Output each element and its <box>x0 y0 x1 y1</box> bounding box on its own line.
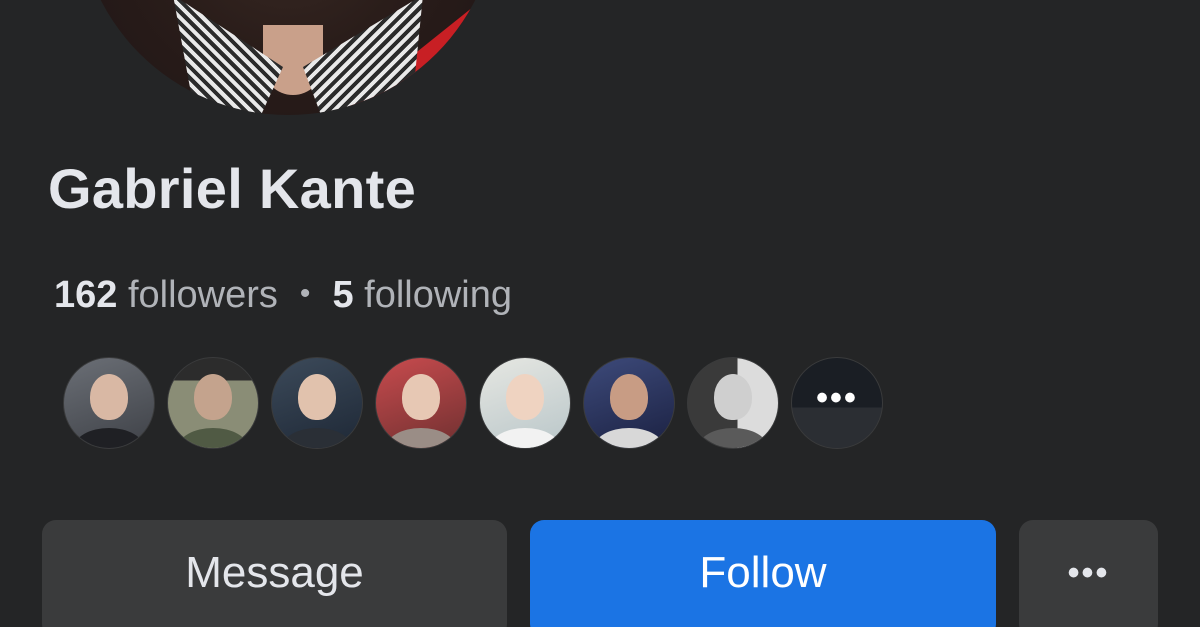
followers-link[interactable]: 162 followers <box>54 274 278 316</box>
profile-stats: 162 followers • 5 following <box>54 274 512 317</box>
follower-avatar[interactable] <box>583 357 675 449</box>
profile-photo[interactable] <box>78 0 498 115</box>
follow-button[interactable]: Follow <box>530 520 996 627</box>
following-count: 5 <box>332 274 354 316</box>
profile-name: Gabriel Kante <box>48 157 417 220</box>
more-dots-icon: ••• <box>816 379 858 417</box>
more-followers-button[interactable]: ••• <box>791 357 883 449</box>
following-link[interactable]: 5 following <box>332 274 512 316</box>
following-label: following <box>364 274 513 316</box>
follower-avatar[interactable] <box>479 357 571 449</box>
followers-label: followers <box>127 274 278 316</box>
message-button[interactable]: Message <box>42 520 507 627</box>
follower-avatar[interactable] <box>63 357 155 449</box>
followers-count: 162 <box>54 274 118 316</box>
more-dots-icon: ••• <box>1067 553 1110 592</box>
more-options-button[interactable]: ••• <box>1019 520 1158 627</box>
follower-avatar[interactable] <box>271 357 363 449</box>
stats-separator: • <box>299 277 311 310</box>
follower-avatar[interactable] <box>687 357 779 449</box>
follower-avatar[interactable] <box>167 357 259 449</box>
follower-avatar[interactable] <box>375 357 467 449</box>
follower-avatars: ••• <box>63 357 883 449</box>
